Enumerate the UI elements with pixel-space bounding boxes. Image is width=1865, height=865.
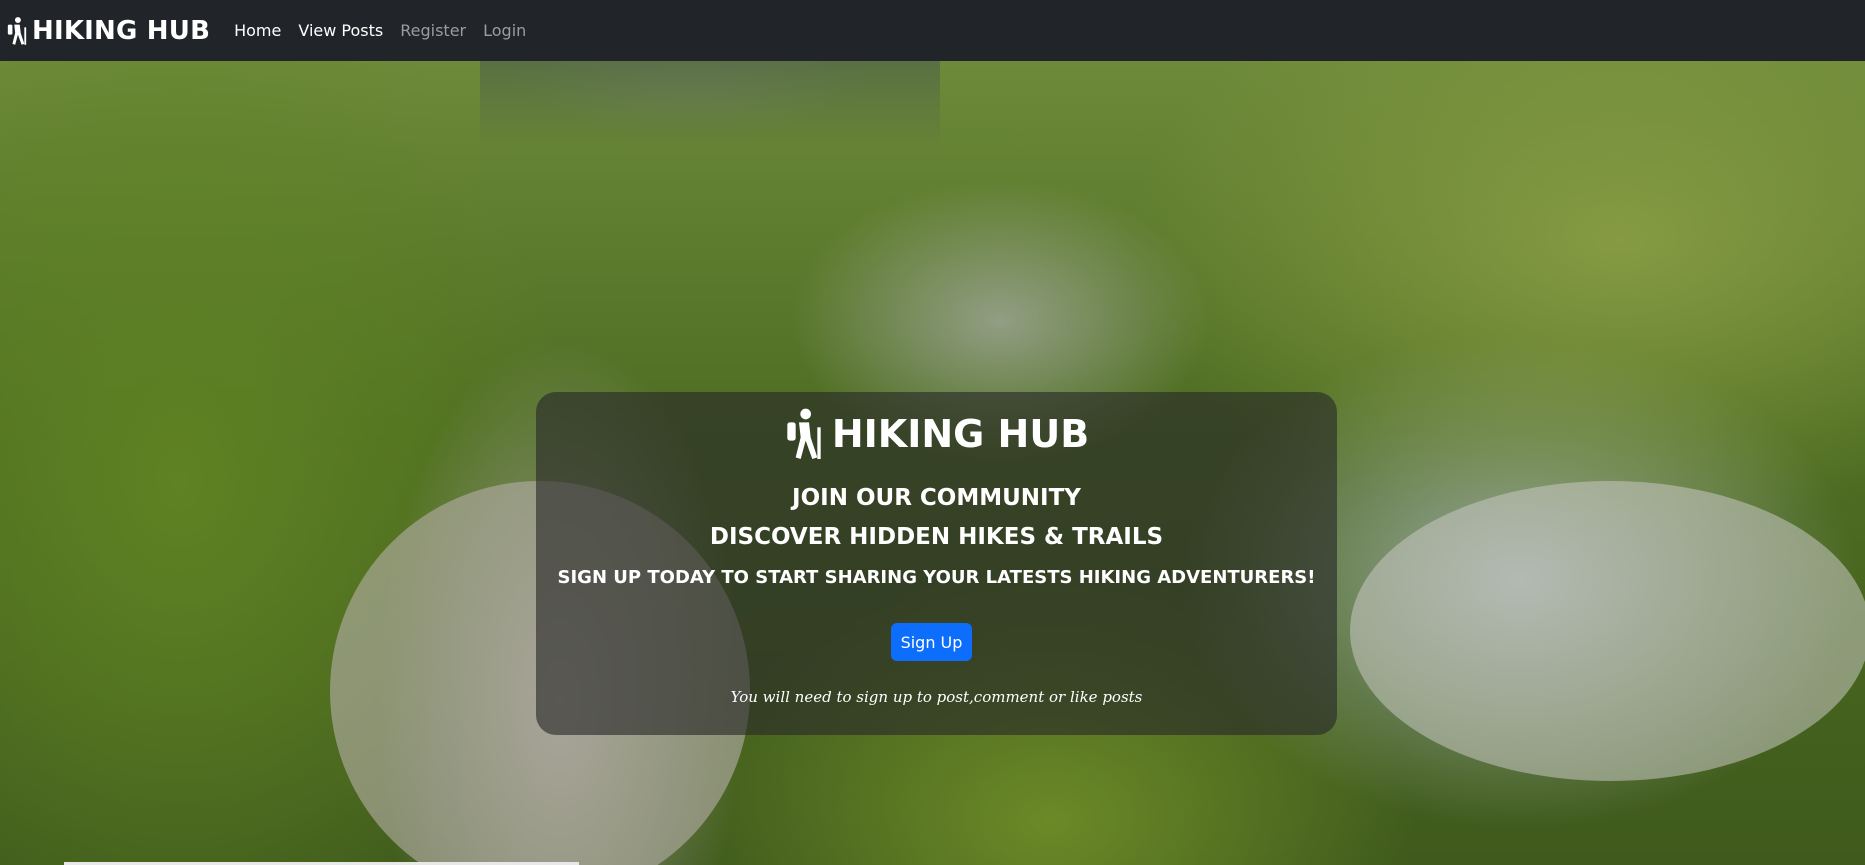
hero-card: HIKING HUB JOIN OUR COMMUNITY DISCOVER H…	[536, 392, 1337, 735]
nav-register-link[interactable]: Register	[400, 21, 466, 40]
hiker-icon	[787, 408, 821, 459]
nav-links: Home View Posts Register Login	[234, 21, 543, 40]
heading-join: JOIN OUR COMMUNITY	[792, 485, 1081, 511]
card-brand: HIKING HUB	[536, 406, 1337, 462]
nav-home-link[interactable]: Home	[234, 21, 281, 40]
signup-note: You will need to sign up to post,comment…	[730, 688, 1143, 706]
card-brand-text: HIKING HUB	[831, 412, 1090, 456]
heading-discover: DISCOVER HIDDEN HIKES & TRAILS	[709, 524, 1164, 550]
brand-text: HIKING HUB	[32, 15, 211, 46]
stream-rocks	[1350, 481, 1865, 781]
hiker-icon	[7, 16, 27, 45]
nav-view-posts-link[interactable]: View Posts	[298, 21, 383, 40]
mountain-ridge	[480, 61, 940, 151]
hero-background: HIKING HUB JOIN OUR COMMUNITY DISCOVER H…	[0, 61, 1865, 865]
heading-signup-cta: SIGN UP TODAY TO START SHARING YOUR LATE…	[557, 567, 1316, 588]
nav-login-link[interactable]: Login	[483, 21, 526, 40]
navbar: HIKING HUB Home View Posts Register Logi…	[0, 0, 1865, 61]
sign-up-button[interactable]: Sign Up	[891, 623, 972, 661]
brand-link[interactable]: HIKING HUB	[6, 16, 210, 46]
